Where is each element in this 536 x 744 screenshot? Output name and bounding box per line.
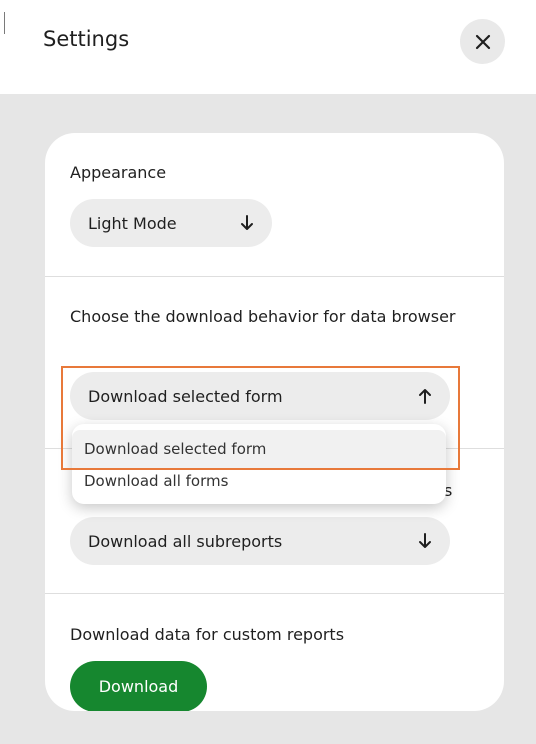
subreports-select-value: Download all subreports <box>88 531 283 551</box>
subreports-select[interactable]: Download all subreports <box>70 517 450 565</box>
close-icon <box>475 34 490 49</box>
close-button[interactable] <box>460 19 505 64</box>
settings-panel: Appearance Light Mode Choose the downloa… <box>45 133 504 711</box>
appearance-select-value: Light Mode <box>88 213 177 233</box>
menu-item-download-all-forms[interactable]: Download all forms <box>72 468 446 498</box>
download-button[interactable]: Download <box>70 661 207 711</box>
appearance-select[interactable]: Light Mode <box>70 199 272 247</box>
arrow-down-icon <box>241 215 253 230</box>
download-behavior-select-value: Download selected form <box>88 386 283 406</box>
settings-header: Settings <box>0 0 536 94</box>
download-behavior-menu: Download selected form Download all form… <box>72 424 446 504</box>
arrow-down-icon <box>419 533 431 548</box>
window-edge <box>4 12 5 34</box>
menu-item-download-selected-form[interactable]: Download selected form <box>72 430 446 468</box>
download-behavior-label: Choose the download behavior for data br… <box>70 307 456 326</box>
page-title: Settings <box>43 27 130 51</box>
arrow-up-icon <box>419 389 431 404</box>
appearance-label: Appearance <box>70 163 167 182</box>
settings-page: Settings Appearance Light Mode Choose th… <box>0 0 536 744</box>
divider <box>45 276 504 277</box>
custom-reports-label: Download data for custom reports <box>70 625 345 644</box>
divider <box>45 593 504 594</box>
download-behavior-select[interactable]: Download selected form <box>70 372 450 420</box>
